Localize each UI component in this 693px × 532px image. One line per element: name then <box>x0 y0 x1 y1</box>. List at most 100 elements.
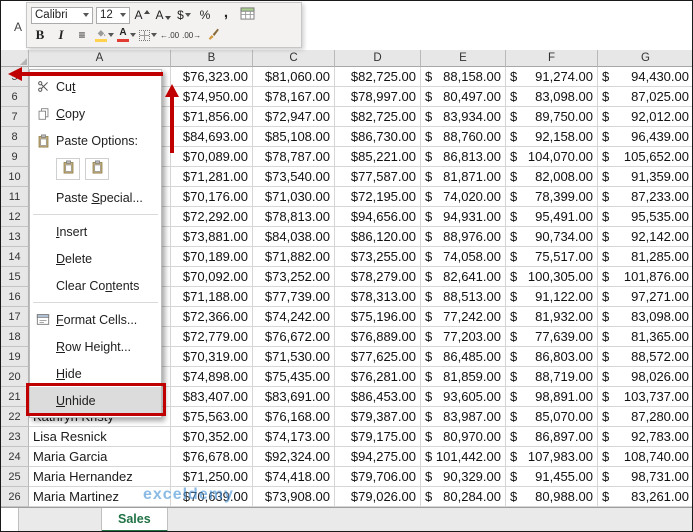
font-name-select[interactable]: Calibri <box>31 6 93 24</box>
data-cell[interactable]: $71,882.00 <box>253 247 335 267</box>
data-cell[interactable]: $70,319.00 <box>171 347 253 367</box>
data-cell[interactable]: $100,305.00 <box>506 267 598 287</box>
data-cell[interactable]: $74,173.00 <box>253 427 335 447</box>
data-cell[interactable]: $71,281.00 <box>171 167 253 187</box>
data-cell[interactable]: $75,517.00 <box>506 247 598 267</box>
data-cell[interactable]: $86,485.00 <box>421 347 506 367</box>
data-cell[interactable]: $82,725.00 <box>335 67 421 87</box>
select-all-corner[interactable] <box>1 50 29 67</box>
data-cell[interactable]: $86,803.00 <box>506 347 598 367</box>
row-header-18[interactable]: 18 <box>1 327 29 347</box>
data-cell[interactable]: $90,329.00 <box>421 467 506 487</box>
column-header-a[interactable]: A <box>29 50 171 67</box>
data-cell[interactable]: $79,175.00 <box>335 427 421 447</box>
name-cell[interactable]: Lisa Resnick <box>29 427 171 447</box>
row-header-10[interactable]: 10 <box>1 167 29 187</box>
data-cell[interactable]: $71,530.00 <box>253 347 335 367</box>
data-cell[interactable]: $97,271.00 <box>598 287 692 307</box>
data-cell[interactable]: $70,092.00 <box>171 267 253 287</box>
data-cell[interactable]: $70,352.00 <box>171 427 253 447</box>
data-cell[interactable]: $91,122.00 <box>506 287 598 307</box>
data-cell[interactable]: $77,625.00 <box>335 347 421 367</box>
bold-button[interactable]: B <box>31 26 49 44</box>
data-cell[interactable]: $72,195.00 <box>335 187 421 207</box>
data-cell[interactable]: $79,706.00 <box>335 467 421 487</box>
data-cell[interactable]: $74,418.00 <box>253 467 335 487</box>
paste-values-button[interactable] <box>85 158 109 180</box>
data-cell[interactable]: $80,970.00 <box>421 427 506 447</box>
data-cell[interactable]: $76,323.00 <box>171 67 253 87</box>
menu-item-copy[interactable]: Copy <box>30 100 161 127</box>
data-cell[interactable]: $107,983.00 <box>506 447 598 467</box>
data-cell[interactable]: $81,871.00 <box>421 167 506 187</box>
data-cell[interactable]: $98,891.00 <box>506 387 598 407</box>
data-cell[interactable]: $83,407.00 <box>171 387 253 407</box>
data-cell[interactable]: $92,158.00 <box>506 127 598 147</box>
decrease-decimal-button[interactable]: .00→ <box>182 26 201 44</box>
column-header-b[interactable]: B <box>171 50 253 67</box>
data-cell[interactable]: $73,540.00 <box>253 167 335 187</box>
data-cell[interactable]: $74,242.00 <box>253 307 335 327</box>
data-cell[interactable]: $86,813.00 <box>421 147 506 167</box>
data-cell[interactable]: $82,725.00 <box>335 107 421 127</box>
data-cell[interactable]: $94,931.00 <box>421 207 506 227</box>
data-cell[interactable]: $81,859.00 <box>421 367 506 387</box>
data-cell[interactable]: $94,275.00 <box>335 447 421 467</box>
menu-item-paste-special[interactable]: Paste Special... <box>30 184 161 211</box>
data-cell[interactable]: $77,739.00 <box>253 287 335 307</box>
row-header-14[interactable]: 14 <box>1 247 29 267</box>
row-header-26[interactable]: 26 <box>1 487 29 507</box>
data-cell[interactable]: $78,313.00 <box>335 287 421 307</box>
format-as-table-button[interactable] <box>238 6 256 24</box>
decrease-font-size-button[interactable]: A <box>154 6 172 24</box>
column-header-g[interactable]: G <box>598 50 692 67</box>
data-cell[interactable]: $84,038.00 <box>253 227 335 247</box>
data-cell[interactable]: $77,242.00 <box>421 307 506 327</box>
data-cell[interactable]: $87,280.00 <box>598 407 692 427</box>
data-cell[interactable]: $78,167.00 <box>253 87 335 107</box>
data-cell[interactable]: $83,098.00 <box>598 307 692 327</box>
data-cell[interactable]: $105,652.00 <box>598 147 692 167</box>
name-cell[interactable]: Maria Garcia <box>29 447 171 467</box>
row-header-11[interactable]: 11 <box>1 187 29 207</box>
data-cell[interactable]: $80,988.00 <box>506 487 598 507</box>
data-cell[interactable]: $86,453.00 <box>335 387 421 407</box>
data-cell[interactable]: $104,070.00 <box>506 147 598 167</box>
data-cell[interactable]: $72,292.00 <box>171 207 253 227</box>
data-cell[interactable]: $71,250.00 <box>171 467 253 487</box>
data-cell[interactable]: $75,196.00 <box>335 307 421 327</box>
row-header-19[interactable]: 19 <box>1 347 29 367</box>
data-cell[interactable]: $77,203.00 <box>421 327 506 347</box>
data-cell[interactable]: $89,750.00 <box>506 107 598 127</box>
data-cell[interactable]: $88,719.00 <box>506 367 598 387</box>
data-cell[interactable]: $95,535.00 <box>598 207 692 227</box>
menu-item-insert[interactable]: Insert <box>30 218 161 245</box>
data-cell[interactable]: $81,060.00 <box>253 67 335 87</box>
row-header-9[interactable]: 9 <box>1 147 29 167</box>
data-cell[interactable]: $98,731.00 <box>598 467 692 487</box>
data-cell[interactable]: $76,281.00 <box>335 367 421 387</box>
data-cell[interactable]: $76,168.00 <box>253 407 335 427</box>
data-cell[interactable]: $70,089.00 <box>171 147 253 167</box>
data-cell[interactable]: $75,563.00 <box>171 407 253 427</box>
column-header-c[interactable]: C <box>253 50 335 67</box>
row-header-17[interactable]: 17 <box>1 307 29 327</box>
increase-decimal-button[interactable]: ←.00 <box>160 26 179 44</box>
menu-item-delete[interactable]: Delete <box>30 245 161 272</box>
column-header-e[interactable]: E <box>421 50 506 67</box>
data-cell[interactable]: $78,399.00 <box>506 187 598 207</box>
data-cell[interactable]: $83,691.00 <box>253 387 335 407</box>
menu-item-cut[interactable]: Cut <box>30 73 161 100</box>
column-header-f[interactable]: F <box>506 50 598 67</box>
data-cell[interactable]: $82,641.00 <box>421 267 506 287</box>
data-cell[interactable]: $82,008.00 <box>506 167 598 187</box>
data-cell[interactable]: $81,932.00 <box>506 307 598 327</box>
data-cell[interactable]: $94,430.00 <box>598 67 692 87</box>
data-cell[interactable]: $72,366.00 <box>171 307 253 327</box>
data-cell[interactable]: $88,158.00 <box>421 67 506 87</box>
data-cell[interactable]: $103,737.00 <box>598 387 692 407</box>
sheet-tab-sales[interactable]: Sales <box>102 508 168 531</box>
data-cell[interactable]: $77,587.00 <box>335 167 421 187</box>
data-cell[interactable]: $73,252.00 <box>253 267 335 287</box>
data-cell[interactable]: $91,274.00 <box>506 67 598 87</box>
